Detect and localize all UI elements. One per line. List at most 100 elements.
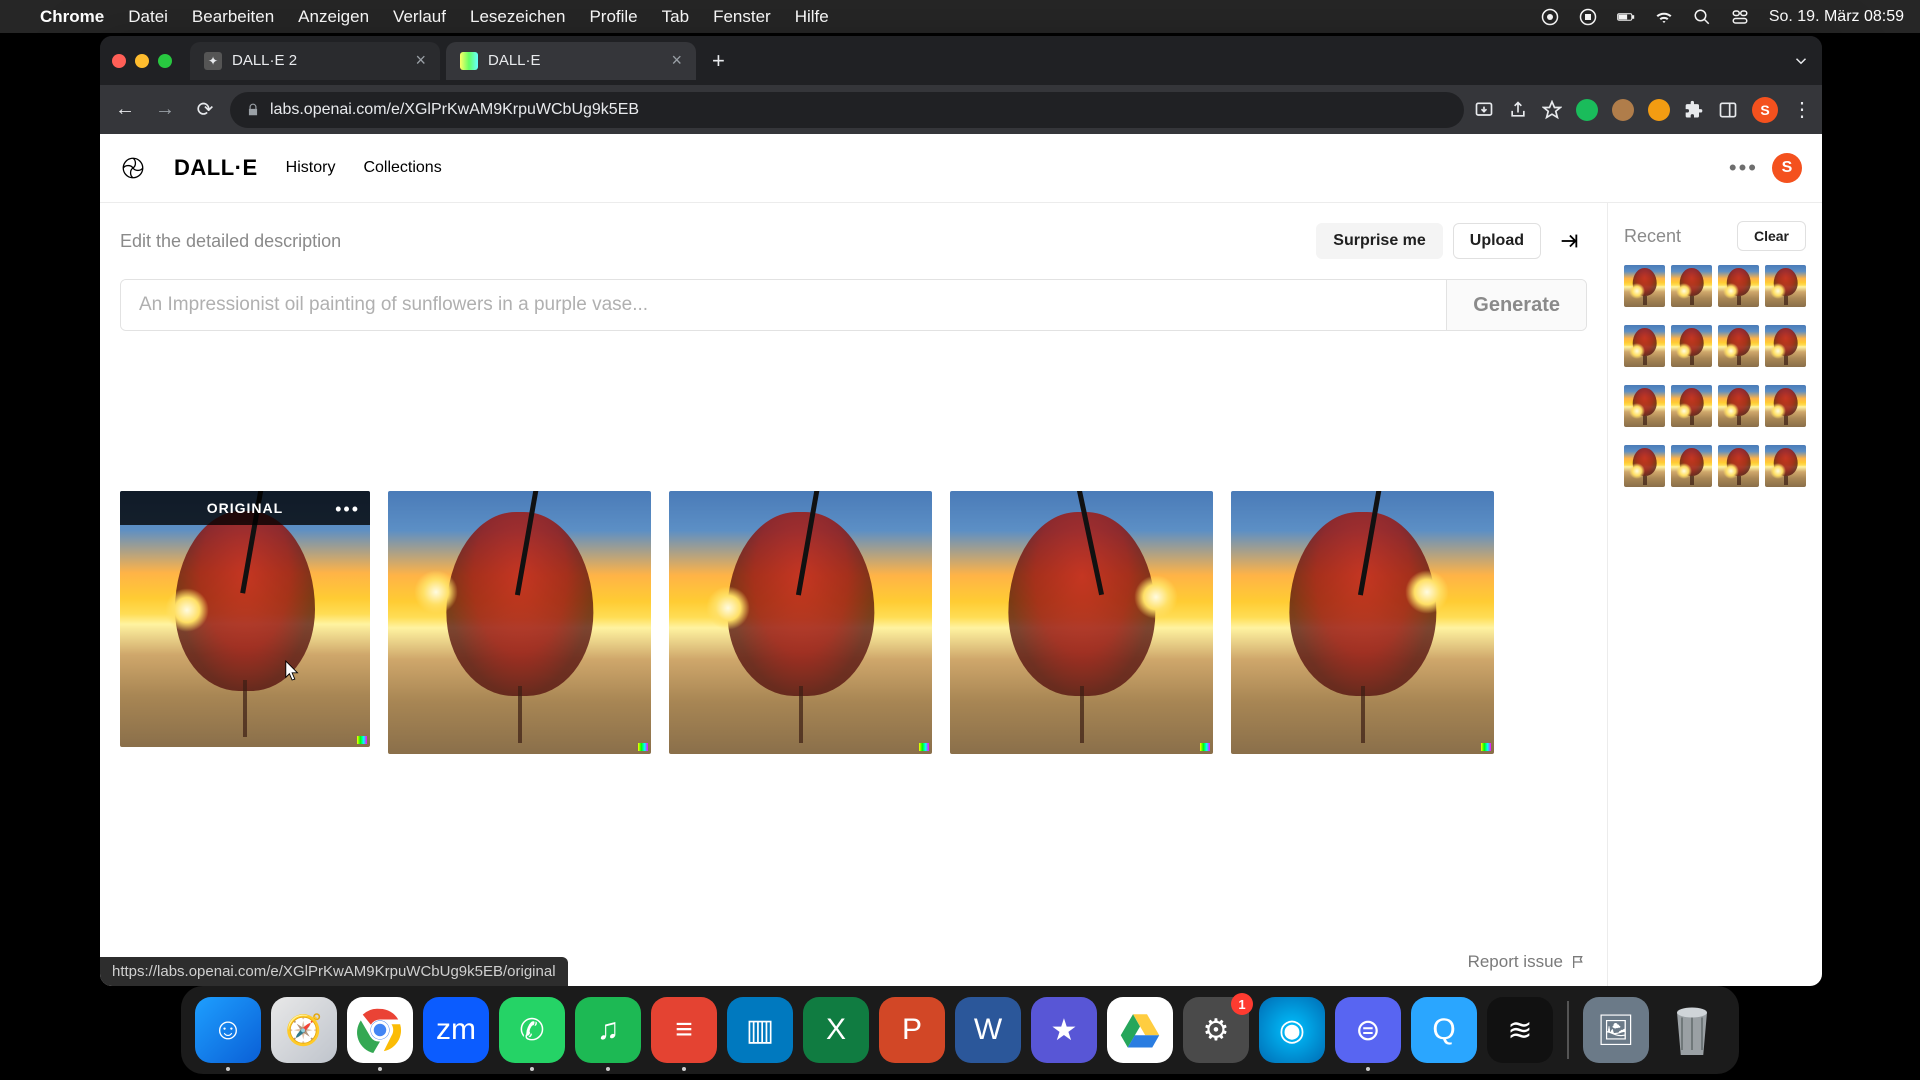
menu-profile[interactable]: Profile	[589, 7, 637, 27]
menu-lesezeichen[interactable]: Lesezeichen	[470, 7, 565, 27]
tab-close-icon[interactable]: ×	[415, 50, 426, 71]
submit-arrow-icon[interactable]	[1551, 223, 1587, 259]
profile-avatar[interactable]: S	[1752, 97, 1778, 123]
dock-app-siri[interactable]: ◉	[1259, 997, 1325, 1063]
control-center-icon[interactable]	[1731, 8, 1749, 26]
result-variation[interactable]	[950, 491, 1213, 754]
clear-button[interactable]: Clear	[1737, 221, 1806, 251]
report-issue-link[interactable]: Report issue	[1468, 952, 1587, 972]
dock-app-excel[interactable]: X	[803, 997, 869, 1063]
recent-thumb[interactable]	[1624, 325, 1665, 367]
tab-close-icon[interactable]: ×	[671, 50, 682, 71]
dock-app-discord[interactable]: ⊜	[1335, 997, 1401, 1063]
prompt-input[interactable]	[121, 280, 1446, 330]
recent-thumb[interactable]	[1765, 265, 1806, 307]
result-variation[interactable]	[669, 491, 932, 754]
menu-fenster[interactable]: Fenster	[713, 7, 771, 27]
prompt-input-row: Generate	[120, 279, 1587, 331]
dock-app-finder[interactable]: ☺	[195, 997, 261, 1063]
macos-dock: ☺🧭 zm✆♫≡▥XPW★ ⚙1◉⊜Q≋ 🖼	[181, 986, 1739, 1074]
window-close-button[interactable]	[112, 54, 126, 68]
recent-thumb[interactable]	[1718, 385, 1759, 427]
recent-thumb[interactable]	[1765, 385, 1806, 427]
recent-thumb[interactable]	[1624, 445, 1665, 487]
recent-thumb[interactable]	[1671, 265, 1712, 307]
address-bar[interactable]: labs.openai.com/e/XGlPrKwAM9KrpuWCbUg9k5…	[230, 92, 1464, 128]
recent-thumb[interactable]	[1671, 325, 1712, 367]
dock-app-settings[interactable]: ⚙1	[1183, 997, 1249, 1063]
result-original[interactable]: ORIGINAL •••	[120, 491, 370, 747]
app-brand[interactable]: DALL·E	[174, 155, 258, 181]
menu-tab[interactable]: Tab	[662, 7, 689, 27]
dock-app-word[interactable]: W	[955, 997, 1021, 1063]
recent-thumb[interactable]	[1671, 445, 1712, 487]
extensions-puzzle-icon[interactable]	[1684, 100, 1704, 120]
result-variation[interactable]	[388, 491, 651, 754]
dock-preview[interactable]: 🖼	[1583, 997, 1649, 1063]
dock-app-chrome[interactable]	[347, 997, 413, 1063]
browser-tab-dalle[interactable]: DALL·E ×	[446, 42, 696, 80]
dock-app-imovie[interactable]: ★	[1031, 997, 1097, 1063]
bookmark-star-icon[interactable]	[1542, 100, 1562, 120]
dock-app-whatsapp[interactable]: ✆	[499, 997, 565, 1063]
recent-thumb[interactable]	[1671, 385, 1712, 427]
menu-hilfe[interactable]: Hilfe	[795, 7, 829, 27]
dock-app-spotify[interactable]: ♫	[575, 997, 641, 1063]
new-tab-button[interactable]: +	[712, 48, 725, 74]
stop-icon[interactable]	[1579, 8, 1597, 26]
watermark-icon	[638, 743, 648, 751]
extension-icon[interactable]	[1648, 99, 1670, 121]
window-controls	[112, 54, 172, 68]
dock-app-todoist[interactable]: ≡	[651, 997, 717, 1063]
recent-thumb[interactable]	[1624, 265, 1665, 307]
extension-shield-icon[interactable]	[1576, 99, 1598, 121]
menu-bearbeiten[interactable]: Bearbeiten	[192, 7, 274, 27]
recent-thumb[interactable]	[1718, 445, 1759, 487]
recent-thumb[interactable]	[1718, 265, 1759, 307]
menubar-clock[interactable]: So. 19. März 08:59	[1769, 8, 1904, 26]
dock-app-trello[interactable]: ▥	[727, 997, 793, 1063]
surprise-me-button[interactable]: Surprise me	[1316, 223, 1442, 259]
browser-tab-dalle2[interactable]: ✦ DALL·E 2 ×	[190, 42, 440, 80]
chrome-menu-icon[interactable]: ⋮	[1792, 97, 1812, 122]
dock-app-voice[interactable]: ≋	[1487, 997, 1553, 1063]
dock-app-drive[interactable]	[1107, 997, 1173, 1063]
forward-button[interactable]: →	[150, 95, 180, 125]
chevron-down-icon[interactable]	[1792, 52, 1810, 70]
more-menu-icon[interactable]: •••	[1729, 155, 1758, 181]
result-more-icon[interactable]: •••	[335, 499, 360, 520]
extension-icon[interactable]	[1612, 99, 1634, 121]
reload-button[interactable]: ⟳	[190, 95, 220, 125]
back-button[interactable]: ←	[110, 95, 140, 125]
dock-app-safari[interactable]: 🧭	[271, 997, 337, 1063]
dock-app-quicktime[interactable]: Q	[1411, 997, 1477, 1063]
sidepanel-icon[interactable]	[1718, 100, 1738, 120]
battery-icon[interactable]	[1617, 8, 1635, 26]
dock-app-powerpoint[interactable]: P	[879, 997, 945, 1063]
recent-thumb[interactable]	[1624, 385, 1665, 427]
record-icon[interactable]	[1541, 8, 1559, 26]
dock-trash-icon[interactable]	[1659, 997, 1725, 1063]
window-minimize-button[interactable]	[135, 54, 149, 68]
search-icon[interactable]	[1693, 8, 1711, 26]
install-icon[interactable]	[1474, 100, 1494, 120]
menubar-app-name[interactable]: Chrome	[40, 7, 104, 27]
menu-verlauf[interactable]: Verlauf	[393, 7, 446, 27]
generate-button[interactable]: Generate	[1446, 280, 1586, 330]
user-avatar[interactable]: S	[1772, 153, 1802, 183]
dock-app-zoom[interactable]: zm	[423, 997, 489, 1063]
recent-thumb[interactable]	[1765, 325, 1806, 367]
menu-anzeigen[interactable]: Anzeigen	[298, 7, 369, 27]
results-gallery: ORIGINAL •••	[120, 491, 1587, 754]
nav-collections[interactable]: Collections	[363, 159, 441, 177]
tab-favicon-icon: ✦	[204, 52, 222, 70]
recent-thumb[interactable]	[1718, 325, 1759, 367]
share-icon[interactable]	[1508, 100, 1528, 120]
recent-thumb[interactable]	[1765, 445, 1806, 487]
nav-history[interactable]: History	[286, 159, 336, 177]
window-maximize-button[interactable]	[158, 54, 172, 68]
upload-button[interactable]: Upload	[1453, 223, 1541, 259]
menu-datei[interactable]: Datei	[128, 7, 168, 27]
wifi-icon[interactable]	[1655, 8, 1673, 26]
result-variation[interactable]	[1231, 491, 1494, 754]
